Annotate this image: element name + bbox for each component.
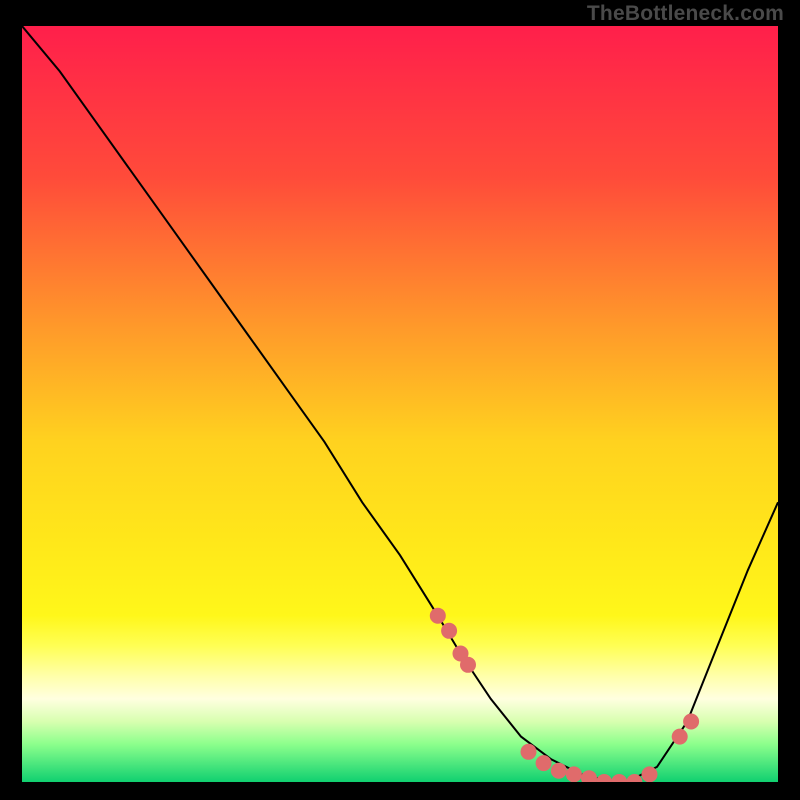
marker-point	[672, 729, 688, 745]
marker-point	[441, 623, 457, 639]
plot-area	[22, 26, 778, 782]
gradient-background	[22, 26, 778, 782]
marker-point	[566, 766, 582, 782]
watermark-text: TheBottleneck.com	[587, 2, 784, 26]
marker-point	[521, 744, 537, 760]
bottleneck-chart	[22, 26, 778, 782]
marker-point	[536, 755, 552, 771]
marker-point	[551, 763, 567, 779]
marker-point	[460, 657, 476, 673]
chart-frame: TheBottleneck.com	[0, 0, 800, 800]
marker-point	[642, 766, 658, 782]
marker-point	[430, 608, 446, 624]
marker-point	[683, 714, 699, 730]
